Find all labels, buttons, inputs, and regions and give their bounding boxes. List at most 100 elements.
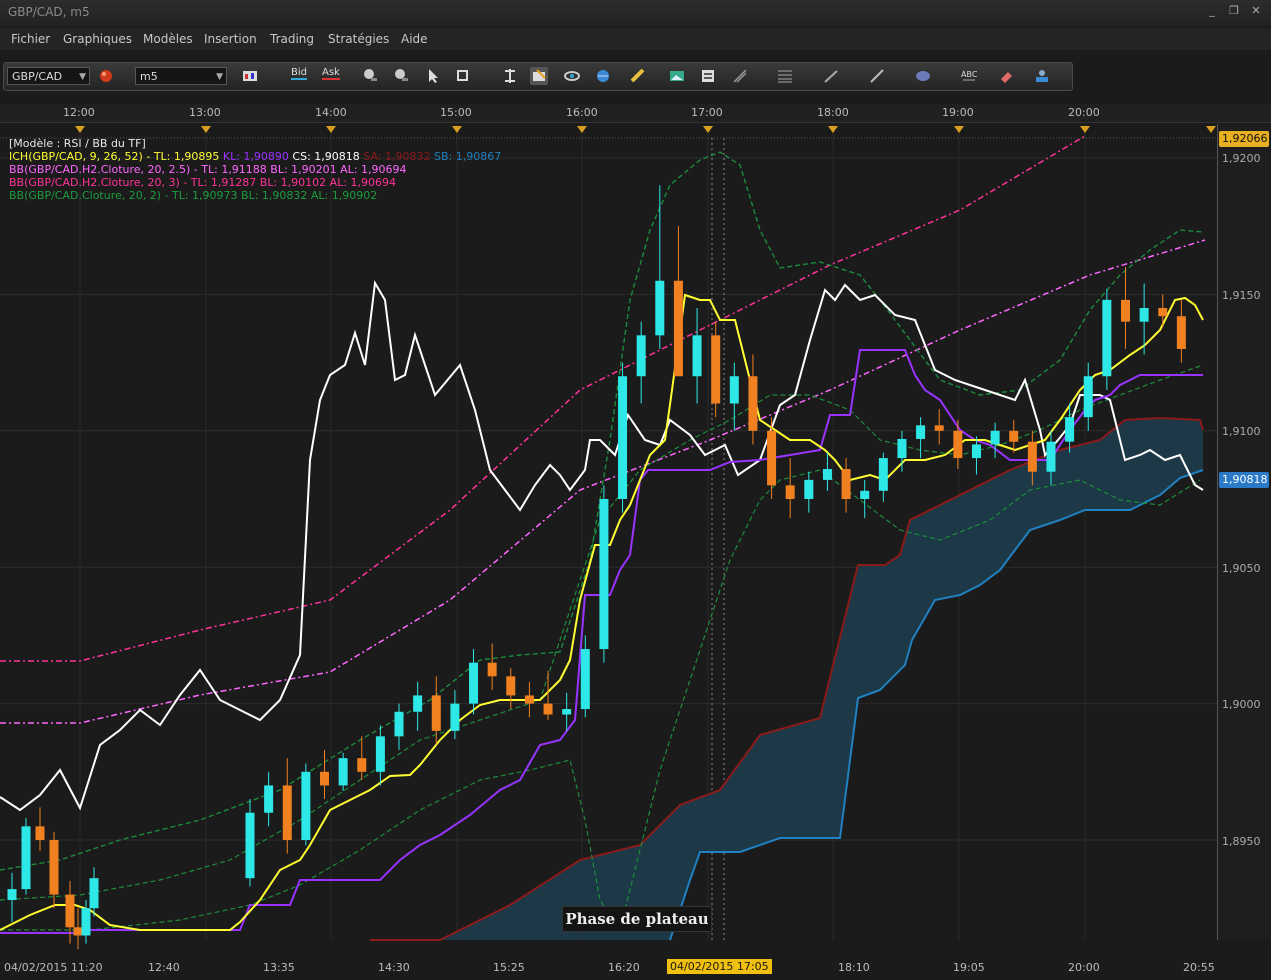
zoom-in-icon[interactable] xyxy=(361,67,379,85)
time-tick: 18:10 xyxy=(838,961,870,974)
annotation-label[interactable]: Phase de plateau xyxy=(562,906,712,932)
legend-bb-m5: BB(GBP/CAD.Cloture, 20, 2) - TL: 1,90973… xyxy=(9,189,378,202)
candle-body xyxy=(65,894,75,928)
restore-icon[interactable]: ❐ xyxy=(1227,4,1241,18)
close-icon[interactable]: ✕ xyxy=(1249,4,1263,18)
candle-body xyxy=(282,785,292,840)
candle-body xyxy=(487,662,497,677)
time-tick: 14:30 xyxy=(378,961,410,974)
time-tick: 16:20 xyxy=(608,961,640,974)
candle-body xyxy=(1083,376,1093,418)
candle-body xyxy=(785,485,795,499)
candle-body xyxy=(953,430,963,459)
legend-ich-label: ICH(GBP/CAD, 9, 26, 52) - xyxy=(9,150,151,163)
time-tick: 14:00 xyxy=(315,106,347,119)
image-icon[interactable] xyxy=(668,67,686,85)
time-axis-top: 12:00 13:00 14:00 15:00 16:00 17:00 18:0… xyxy=(0,104,1271,123)
red-ball-icon[interactable] xyxy=(97,67,115,85)
time-tick: 13:35 xyxy=(263,961,295,974)
menu-strategies[interactable]: Stratégies xyxy=(328,32,389,46)
menu-fichier[interactable]: Fichier xyxy=(11,32,50,46)
crosshair-icon[interactable] xyxy=(454,67,472,85)
legend-ich-sa: SA: 1,90832 xyxy=(363,150,431,163)
time-tick: 20:00 xyxy=(1068,106,1100,119)
candle-body xyxy=(264,785,274,813)
candle-body xyxy=(81,908,91,936)
legend-bb-h2-3: BB(GBP/CAD.H2.Cloture, 20, 3) - TL: 1,91… xyxy=(9,176,397,189)
cursor-icon[interactable] xyxy=(424,67,442,85)
menu-graphiques[interactable]: Graphiques xyxy=(63,32,132,46)
zoom-out-icon[interactable] xyxy=(392,67,410,85)
price-tag-current: 1,90818 xyxy=(1219,472,1269,488)
symbol-select[interactable]: GBP/CAD ▼ xyxy=(7,67,90,85)
menu-aide[interactable]: Aide xyxy=(401,32,428,46)
price-tick: 1,9050 xyxy=(1222,562,1261,575)
candle-body xyxy=(599,499,609,650)
time-tick: 13:00 xyxy=(189,106,221,119)
candle-body xyxy=(7,889,17,901)
symbol-value: GBP/CAD xyxy=(12,70,63,83)
candle-body xyxy=(35,826,45,840)
candle-body xyxy=(89,878,99,909)
text-icon[interactable]: ABC xyxy=(960,67,978,85)
toolbar: GBP/CAD ▼ m5 ▼ Bid Ask ABC xyxy=(3,62,1073,91)
price-chart[interactable] xyxy=(0,124,1217,958)
candle-body xyxy=(1158,308,1168,317)
timeframe-value: m5 xyxy=(140,70,158,83)
candle-body xyxy=(357,758,367,772)
price-tick: 1,9150 xyxy=(1222,289,1261,302)
objects-icon[interactable] xyxy=(1033,67,1051,85)
candle-body xyxy=(748,376,758,431)
fit-icon[interactable] xyxy=(501,67,519,85)
candle-body xyxy=(413,695,423,712)
price-tag-top: 1,92066 xyxy=(1219,131,1269,147)
cursor-time-label: 04/02/2015 17:05 xyxy=(667,959,772,974)
candle-body xyxy=(580,649,590,710)
candle-body xyxy=(841,468,851,499)
time-tick: 04/02/2015 11:20 xyxy=(4,961,103,974)
bid-button[interactable]: Bid xyxy=(291,67,307,80)
fib-icon[interactable] xyxy=(776,67,794,85)
candle-body xyxy=(1009,430,1019,442)
timeframe-select[interactable]: m5 ▼ xyxy=(135,67,227,85)
price-tick: 1,9200 xyxy=(1222,152,1261,165)
time-axis-bottom: 04/02/2015 11:20 12:40 13:35 14:30 15:25… xyxy=(0,958,1271,980)
candle-body xyxy=(673,280,683,377)
cursor-sync-icon[interactable] xyxy=(530,67,548,85)
candle-body xyxy=(49,840,59,895)
menu-modeles[interactable]: Modèles xyxy=(143,32,193,46)
candle-body xyxy=(506,676,516,696)
ruler-icon[interactable] xyxy=(629,67,647,85)
menu-bar: Fichier Graphiques Modèles Insertion Tra… xyxy=(0,28,1271,50)
eye-icon[interactable] xyxy=(563,67,581,85)
candle-body xyxy=(1046,441,1056,472)
trendline-icon[interactable] xyxy=(731,67,749,85)
candle-body xyxy=(878,458,888,491)
candle-body xyxy=(543,703,553,715)
line-icon[interactable] xyxy=(868,67,886,85)
candle-body xyxy=(562,709,572,715)
svg-text:ABC: ABC xyxy=(961,70,978,79)
globe-icon[interactable] xyxy=(594,67,612,85)
eraser-icon[interactable] xyxy=(997,67,1015,85)
legend-ich-tl: TL: 1,90895 xyxy=(153,150,220,163)
chart-type-icon[interactable] xyxy=(241,67,259,85)
candle-body xyxy=(394,711,404,737)
ask-button[interactable]: Ask xyxy=(322,67,340,80)
candle-body xyxy=(767,430,777,486)
time-tick: 20:00 xyxy=(1068,961,1100,974)
pen-icon[interactable] xyxy=(822,67,840,85)
ellipse-icon[interactable] xyxy=(914,67,932,85)
candle-body xyxy=(301,771,311,840)
menu-trading[interactable]: Trading xyxy=(270,32,314,46)
minimize-icon[interactable]: _ xyxy=(1205,4,1219,18)
candle-body xyxy=(245,812,255,879)
menu-insertion[interactable]: Insertion xyxy=(204,32,257,46)
candle-body xyxy=(618,376,628,499)
candle-body xyxy=(971,444,981,459)
candle-body xyxy=(1139,308,1149,322)
chevron-down-icon: ▼ xyxy=(216,72,223,82)
candle-body xyxy=(320,771,330,786)
template-icon[interactable] xyxy=(699,67,717,85)
candle-body xyxy=(431,695,441,731)
